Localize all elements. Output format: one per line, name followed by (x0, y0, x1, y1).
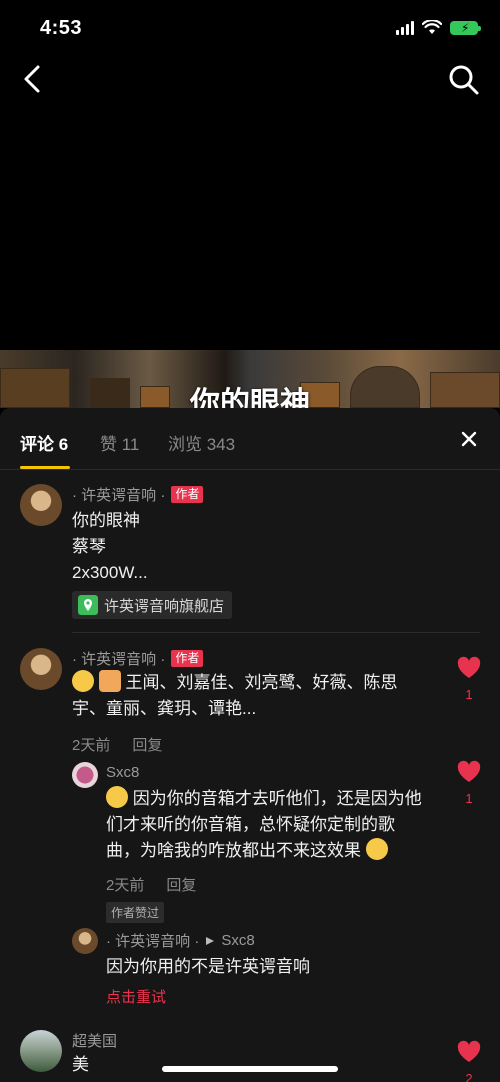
heart-icon (457, 1040, 481, 1062)
back-icon[interactable] (18, 62, 48, 96)
close-icon[interactable] (458, 428, 480, 450)
comment-text[interactable]: 美 (72, 1052, 89, 1078)
comment-line: 王闻、刘嘉佳、刘亮鹭、好薇、陈思 (72, 670, 432, 696)
location-pin-icon (78, 595, 98, 615)
comment-line-text: 因为你的音箱才去听他们，还是因为他 (132, 789, 422, 808)
tab-views[interactable]: 浏览 343 (168, 430, 235, 455)
like-button[interactable]: 1 (454, 760, 484, 806)
reply-author[interactable]: · 许英谔音响 · (106, 930, 199, 951)
comment-line: 们才来听的你音箱，总怀疑你定制的歌 (106, 815, 395, 834)
comment-time: 2天前 (72, 737, 111, 754)
tab-likes[interactable]: 赞 11 (100, 430, 139, 455)
reply-author-row: Sxc8 (106, 764, 139, 781)
play-triangle-icon (206, 936, 215, 945)
status-icons: ⚡ (396, 20, 481, 35)
comment-text[interactable]: 你的眼神 蔡琴 2x300W... (72, 508, 148, 586)
comment-line: 蔡琴 (72, 537, 106, 556)
divider (72, 632, 480, 633)
comment-line: 宇、童丽、龚玥、谭艳... (72, 699, 257, 718)
store-tag[interactable]: 许英谔音响旗舰店 (72, 591, 233, 619)
heart-icon (457, 760, 481, 782)
status-bar: 4:53 ⚡ (0, 0, 500, 50)
battery-icon: ⚡ (450, 20, 481, 35)
fearful-face-emoji-icon (72, 670, 94, 692)
comment-tabs: 评论 6 赞 11 浏览 343 (0, 408, 500, 470)
author-badge: 作者 (171, 650, 204, 667)
reply-item: Sxc8 因为你的音箱才去听他们，还是因为他 们才来听的你音箱，总怀疑你定制的歌… (0, 758, 500, 923)
comment-text[interactable]: 王闻、刘嘉佳、刘亮鹭、好薇、陈思 宇、童丽、龚玥、谭艳... (72, 670, 432, 722)
comment-item: 超美国 美 (0, 1026, 500, 1082)
reply-author[interactable]: Sxc8 (106, 764, 139, 781)
search-icon[interactable] (448, 64, 480, 96)
avatar[interactable] (20, 648, 62, 690)
active-tab-indicator (20, 466, 70, 469)
like-button[interactable]: 1 (454, 656, 484, 702)
comment-author[interactable]: · 许英谔音响 · (72, 648, 165, 669)
comment-item: · 许英谔音响 · 作者 王闻、刘嘉佳、刘亮鹭、好薇、陈思 宇、童丽、龚玥、谭艳… (0, 642, 500, 755)
comment-author[interactable]: 超美国 (72, 1030, 117, 1051)
avatar[interactable] (72, 928, 98, 954)
retry-link[interactable]: 点击重试 (106, 986, 166, 1007)
avatar[interactable] (20, 484, 62, 526)
author-badge: 作者 (171, 486, 204, 503)
reply-author-row: · 许英谔音响 · Sxc8 (106, 930, 255, 951)
reply-text[interactable]: 因为你的音箱才去听他们，还是因为他 们才来听的你音箱，总怀疑你定制的歌 曲，为啥… (106, 786, 446, 864)
reply-target[interactable]: Sxc8 (221, 932, 254, 949)
grinning-face-emoji-icon (365, 838, 388, 860)
reply-time: 2天前 (106, 877, 145, 894)
reply-item: · 许英谔音响 · Sxc8 因为你用的不是许英谔音响 点击重试 (0, 926, 500, 1006)
comment-author-row: · 许英谔音响 · 作者 (72, 648, 204, 669)
like-button[interactable]: 2 (454, 1040, 484, 1082)
comment-line-text: 曲，为啥我的咋放都出不来这效果 (106, 841, 361, 860)
reply-button[interactable]: 回复 (166, 874, 196, 895)
like-count: 1 (465, 791, 473, 806)
thumbs-up-emoji-icon (98, 670, 121, 692)
heart-icon (457, 656, 481, 678)
grinning-face-emoji-icon (106, 786, 128, 808)
signal-icon (396, 20, 414, 35)
comment-author[interactable]: · 许英谔音响 · (72, 484, 165, 505)
comment-author-row: · 许英谔音响 · 作者 (72, 484, 204, 505)
home-indicator (162, 1066, 338, 1072)
comment-line: 因为你的音箱才去听他们，还是因为他 (106, 786, 446, 812)
reply-meta: 2天前 回复 (106, 874, 196, 895)
avatar[interactable] (20, 1030, 62, 1072)
like-count: 1 (465, 687, 473, 702)
comment-line: 你的眼神 (72, 511, 140, 530)
author-liked-badge: 作者赞过 (106, 902, 165, 923)
reply-text[interactable]: 因为你用的不是许英谔音响 (106, 954, 310, 980)
like-count: 2 (465, 1071, 473, 1082)
store-name: 许英谔音响旗舰店 (104, 597, 225, 615)
comment-author-row: 超美国 (72, 1030, 117, 1051)
status-time: 4:53 (40, 17, 83, 39)
comment-line: 曲，为啥我的咋放都出不来这效果 (106, 838, 446, 864)
tab-comments[interactable]: 评论 6 (20, 430, 68, 455)
reply-button[interactable]: 回复 (132, 734, 162, 755)
comment-line: 2x300W... (72, 563, 148, 582)
comment-sheet: 评论 6 赞 11 浏览 343 · 许英谔音响 · 作者 你的眼神 蔡琴 2x… (0, 408, 500, 1082)
comment-meta: 2天前 回复 (72, 734, 162, 755)
video-area[interactable] (0, 0, 500, 408)
wifi-icon (422, 20, 442, 34)
avatar[interactable] (72, 762, 98, 788)
comment-line-text: 王闻、刘嘉佳、刘亮鹭、好薇、陈思 (125, 673, 398, 692)
